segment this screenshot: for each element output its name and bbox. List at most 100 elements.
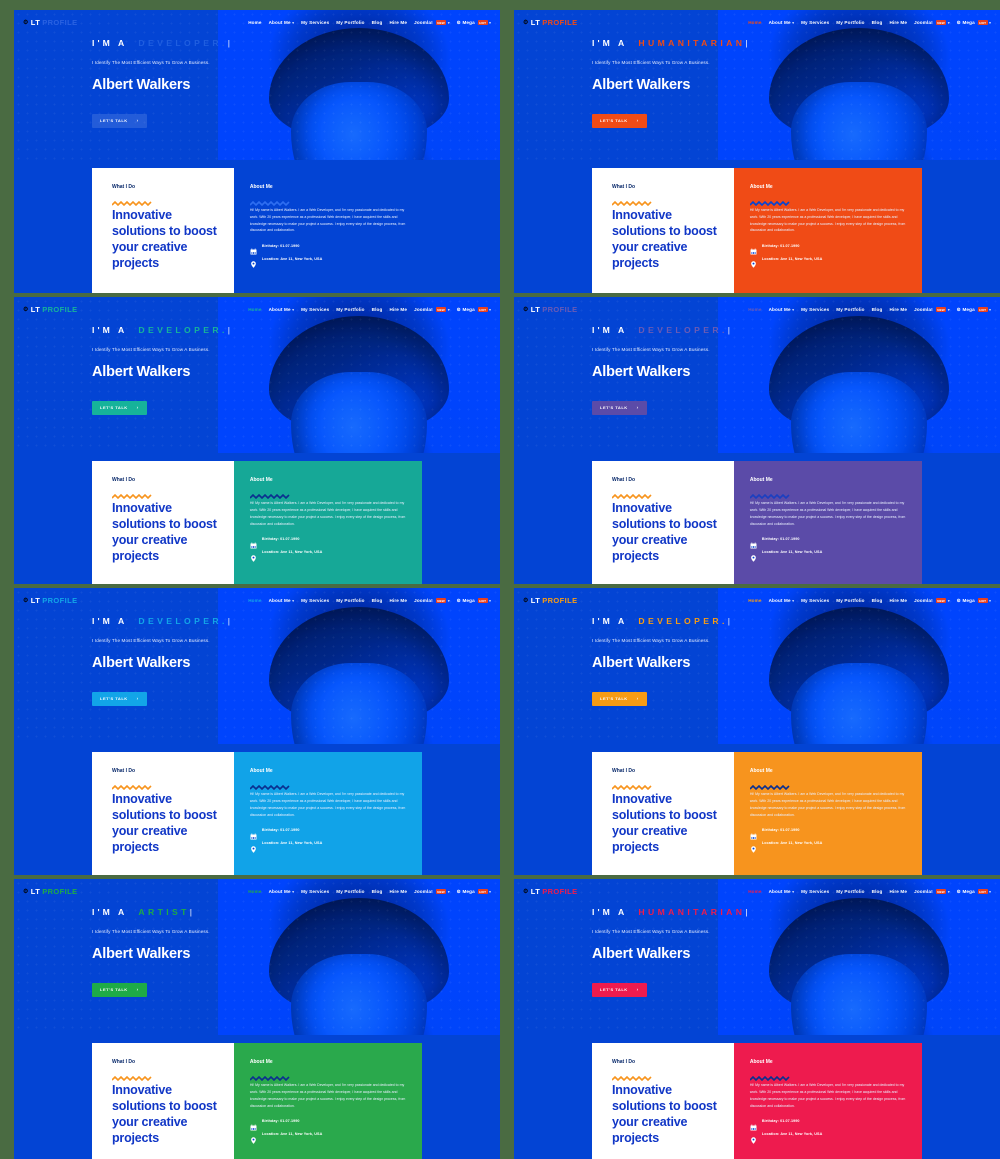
nav-item-joomla[interactable]: Joomla! NEW ▾ — [914, 20, 950, 25]
lets-talk-button[interactable]: LET'S TALK › — [92, 691, 147, 706]
about-me-zigzag — [249, 193, 290, 207]
nav-item-my-portfolio[interactable]: My Portfolio — [336, 889, 364, 894]
lets-talk-button[interactable]: LET'S TALK › — [592, 691, 647, 706]
nav-item-about-me[interactable]: About Me ▾ — [769, 598, 794, 603]
nav-item-joomla[interactable]: Joomla! NEW ▾ — [414, 598, 450, 603]
nav-item-about-me[interactable]: About Me ▾ — [269, 20, 294, 25]
site-logo[interactable]: ⚙ LT PROFILE — [23, 887, 78, 896]
logo-gear-icon: ⚙ — [523, 19, 529, 26]
chevron-down-icon: ▾ — [792, 889, 795, 894]
lets-talk-button[interactable]: LET'S TALK › — [92, 982, 147, 997]
template-preview-panel-6[interactable]: ⚙ LT PROFILE Home About Me ▾ My Services My Por… — [514, 588, 1000, 875]
nav-item-blog[interactable]: Blog — [872, 20, 883, 25]
nav-item-hire-me[interactable]: Hire Me — [889, 889, 907, 894]
nav-item-blog[interactable]: Blog — [372, 889, 383, 894]
nav-item-blog[interactable]: Blog — [372, 20, 383, 25]
chevron-down-icon: ▾ — [292, 307, 295, 312]
nav-item-my-portfolio[interactable]: My Portfolio — [836, 598, 864, 603]
nav-item-mega[interactable]: ⚙ Mega HOT ▾ — [957, 307, 991, 313]
nav-item-about-me[interactable]: About Me ▾ — [269, 307, 294, 312]
nav-item-blog[interactable]: Blog — [372, 598, 383, 603]
nav-item-hire-me[interactable]: Hire Me — [889, 20, 907, 25]
nav-item-joomla[interactable]: Joomla! NEW ▾ — [914, 889, 950, 894]
nav-item-my-services[interactable]: My Services — [301, 307, 329, 312]
nav-item-joomla[interactable]: Joomla! NEW ▾ — [914, 307, 950, 312]
nav-item-about-me[interactable]: About Me ▾ — [769, 307, 794, 312]
nav-item-joomla[interactable]: Joomla! NEW ▾ — [414, 307, 450, 312]
nav-item-my-portfolio[interactable]: My Portfolio — [836, 307, 864, 312]
lower-section: What I Do Innovative solutions to boost y… — [514, 1035, 1000, 1159]
lets-talk-button[interactable]: LET'S TALK › — [92, 400, 147, 415]
nav-item-hire-me[interactable]: Hire Me — [389, 307, 407, 312]
template-preview-panel-7[interactable]: ⚙ LT PROFILE Home About Me ▾ My Services My Por… — [14, 879, 500, 1159]
nav-item-home[interactable]: Home — [248, 889, 261, 894]
nav-item-hire-me[interactable]: Hire Me — [389, 889, 407, 894]
nav-item-hire-me[interactable]: Hire Me — [389, 20, 407, 25]
nav-item-mega[interactable]: ⚙ Mega HOT ▾ — [957, 598, 991, 604]
lets-talk-button[interactable]: LET'S TALK › — [592, 113, 647, 128]
nav-item-blog[interactable]: Blog — [872, 889, 883, 894]
lets-talk-button[interactable]: LET'S TALK › — [592, 982, 647, 997]
nav-item-mega[interactable]: ⚙ Mega HOT ▾ — [457, 889, 491, 895]
nav-item-my-services[interactable]: My Services — [301, 20, 329, 25]
nav-item-home[interactable]: Home — [748, 889, 761, 894]
nav-item-my-services[interactable]: My Services — [801, 598, 829, 603]
nav-item-about-me[interactable]: About Me ▾ — [769, 889, 794, 894]
nav-item-my-services[interactable]: My Services — [801, 307, 829, 312]
nav-item-home[interactable]: Home — [748, 598, 761, 603]
site-logo[interactable]: ⚙ LT PROFILE — [523, 305, 578, 314]
top-navigation-bar: ⚙ LT PROFILE Home About Me ▾ My Services My Por… — [514, 879, 1000, 899]
nav-item-mega[interactable]: ⚙ Mega HOT ▾ — [457, 20, 491, 26]
nav-item-my-portfolio[interactable]: My Portfolio — [336, 307, 364, 312]
lets-talk-button[interactable]: LET'S TALK › — [92, 113, 147, 128]
about-birthday-label: Birthday: 01.07.1990 — [761, 1119, 800, 1124]
nav-item-my-portfolio[interactable]: My Portfolio — [336, 20, 364, 25]
zigzag-divider-icon — [111, 1076, 152, 1082]
nav-item-my-services[interactable]: My Services — [301, 889, 329, 894]
site-logo[interactable]: ⚙ LT PROFILE — [23, 596, 78, 605]
nav-item-hire-me[interactable]: Hire Me — [889, 598, 907, 603]
site-logo[interactable]: ⚙ LT PROFILE — [523, 18, 578, 27]
nav-item-home[interactable]: Home — [748, 20, 761, 25]
nav-item-mega[interactable]: ⚙ Mega HOT ▾ — [457, 598, 491, 604]
nav-item-joomla[interactable]: Joomla! NEW ▾ — [914, 598, 950, 603]
nav-item-about-me[interactable]: About Me ▾ — [269, 889, 294, 894]
nav-badge: NEW — [935, 889, 947, 894]
nav-item-hire-me[interactable]: Hire Me — [889, 307, 907, 312]
nav-item-home[interactable]: Home — [248, 20, 261, 25]
logo-gear-icon: ⚙ — [23, 19, 29, 26]
nav-item-mega[interactable]: ⚙ Mega HOT ▾ — [457, 307, 491, 313]
template-preview-panel-8[interactable]: ⚙ LT PROFILE Home About Me ▾ My Services My Por… — [514, 879, 1000, 1159]
site-logo[interactable]: ⚙ LT PROFILE — [23, 305, 78, 314]
nav-item-home[interactable]: Home — [748, 307, 761, 312]
nav-item-blog[interactable]: Blog — [872, 598, 883, 603]
nav-item-joomla[interactable]: Joomla! NEW ▾ — [414, 889, 450, 894]
site-logo[interactable]: ⚙ LT PROFILE — [523, 596, 578, 605]
template-preview-panel-2[interactable]: ⚙ LT PROFILE Home About Me ▾ My Services My Por… — [514, 10, 1000, 293]
template-preview-panel-3[interactable]: ⚙ LT PROFILE Home About Me ▾ My Services My Por… — [14, 297, 500, 584]
nav-item-my-services[interactable]: My Services — [801, 889, 829, 894]
site-logo[interactable]: ⚙ LT PROFILE — [23, 18, 78, 27]
site-logo[interactable]: ⚙ LT PROFILE — [523, 887, 578, 896]
nav-item-about-me[interactable]: About Me ▾ — [769, 20, 794, 25]
about-birthday-label: Birthday: 01.07.1990 — [261, 1119, 300, 1124]
nav-item-my-services[interactable]: My Services — [801, 20, 829, 25]
template-preview-panel-5[interactable]: ⚙ LT PROFILE Home About Me ▾ My Services My Por… — [14, 588, 500, 875]
nav-item-blog[interactable]: Blog — [872, 307, 883, 312]
nav-item-home[interactable]: Home — [248, 307, 261, 312]
nav-item-about-me[interactable]: About Me ▾ — [269, 598, 294, 603]
lets-talk-button[interactable]: LET'S TALK › — [592, 400, 647, 415]
nav-item-my-portfolio[interactable]: My Portfolio — [836, 889, 864, 894]
nav-item-blog[interactable]: Blog — [372, 307, 383, 312]
arrow-right-icon: › — [136, 987, 139, 992]
nav-item-mega[interactable]: ⚙ Mega HOT ▾ — [957, 20, 991, 26]
nav-item-my-services[interactable]: My Services — [301, 598, 329, 603]
nav-item-joomla[interactable]: Joomla! NEW ▾ — [414, 20, 450, 25]
nav-item-my-portfolio[interactable]: My Portfolio — [336, 598, 364, 603]
nav-item-my-portfolio[interactable]: My Portfolio — [836, 20, 864, 25]
template-preview-panel-4[interactable]: ⚙ LT PROFILE Home About Me ▾ My Services My Por… — [514, 297, 1000, 584]
template-preview-panel-1[interactable]: ⚙ LT PROFILE Home About Me ▾ My Services My Por… — [14, 10, 500, 293]
nav-item-hire-me[interactable]: Hire Me — [389, 598, 407, 603]
nav-item-home[interactable]: Home — [248, 598, 261, 603]
nav-item-mega[interactable]: ⚙ Mega HOT ▾ — [957, 889, 991, 895]
